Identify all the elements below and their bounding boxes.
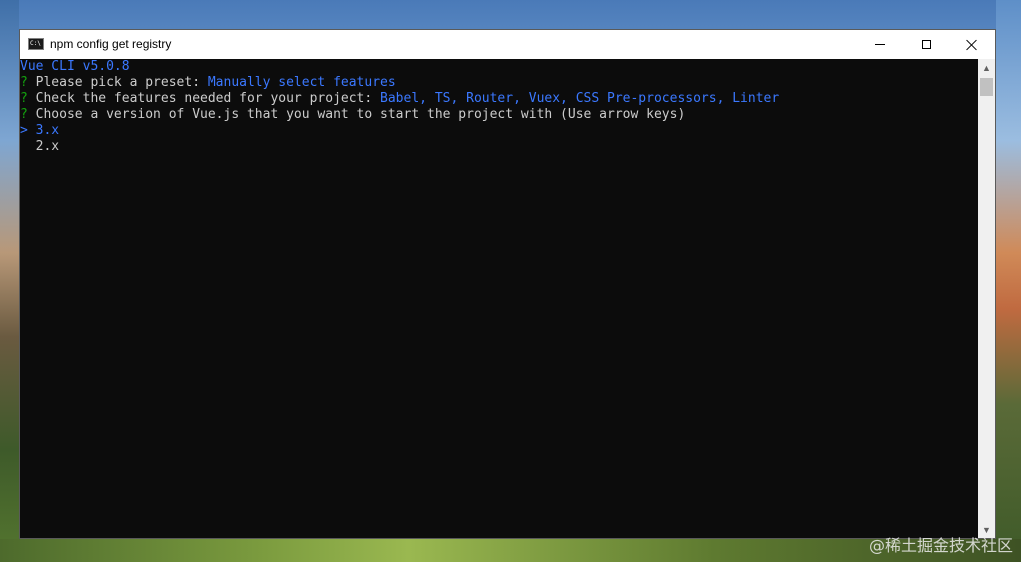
prompt-answer: Babel, TS, Router, Vuex, CSS Pre-process…	[380, 91, 780, 106]
prompt-answer: Manually select features	[207, 75, 396, 90]
console-output[interactable]: Vue CLI v5.0.8 ? Please pick a preset: M…	[20, 59, 978, 538]
maximize-button[interactable]	[903, 30, 949, 59]
prompt-line: ? Choose a version of Vue.js that you wa…	[20, 107, 685, 123]
prompt-question: Choose a version of Vue.js that you want…	[35, 107, 686, 122]
vertical-scrollbar[interactable]: ▲ ▼	[978, 59, 995, 538]
title-bar[interactable]: C:\ npm config get registry	[20, 30, 995, 59]
selection-pointer-icon	[20, 139, 28, 154]
minimize-icon	[875, 44, 885, 45]
prompt-marker: ?	[20, 75, 28, 90]
option-label: 3.x	[35, 123, 60, 138]
prompt-question: Check the features needed for your proje…	[35, 91, 381, 106]
close-button[interactable]	[949, 30, 995, 59]
prompt-question: Please pick a preset:	[35, 75, 208, 90]
maximize-icon	[921, 40, 931, 49]
cli-header: Vue CLI v5.0.8	[20, 59, 130, 74]
prompt-line: ? Check the features needed for your pro…	[20, 91, 779, 107]
console-icon[interactable]: C:\	[28, 38, 44, 50]
desktop-wallpaper-bottom	[0, 539, 1021, 562]
option-2x[interactable]: 2.x	[20, 139, 59, 155]
scrollbar-thumb[interactable]	[980, 78, 993, 96]
scroll-up-icon[interactable]: ▲	[978, 59, 995, 76]
console-window: C:\ npm config get registry Vue CLI v5.0…	[19, 29, 996, 539]
desktop-wallpaper-right	[996, 0, 1021, 562]
window-title: npm config get registry	[50, 37, 172, 51]
close-icon	[966, 39, 978, 51]
option-3x[interactable]: > 3.x	[20, 123, 59, 139]
desktop-wallpaper-left	[0, 0, 19, 562]
selection-pointer-icon: >	[20, 123, 28, 138]
prompt-marker: ?	[20, 107, 28, 122]
watermark: @稀土掘金技术社区	[868, 536, 1013, 555]
prompt-marker: ?	[20, 91, 28, 106]
prompt-line: ? Please pick a preset: Manually select …	[20, 75, 396, 91]
minimize-button[interactable]	[857, 30, 903, 59]
option-label: 2.x	[35, 139, 60, 154]
